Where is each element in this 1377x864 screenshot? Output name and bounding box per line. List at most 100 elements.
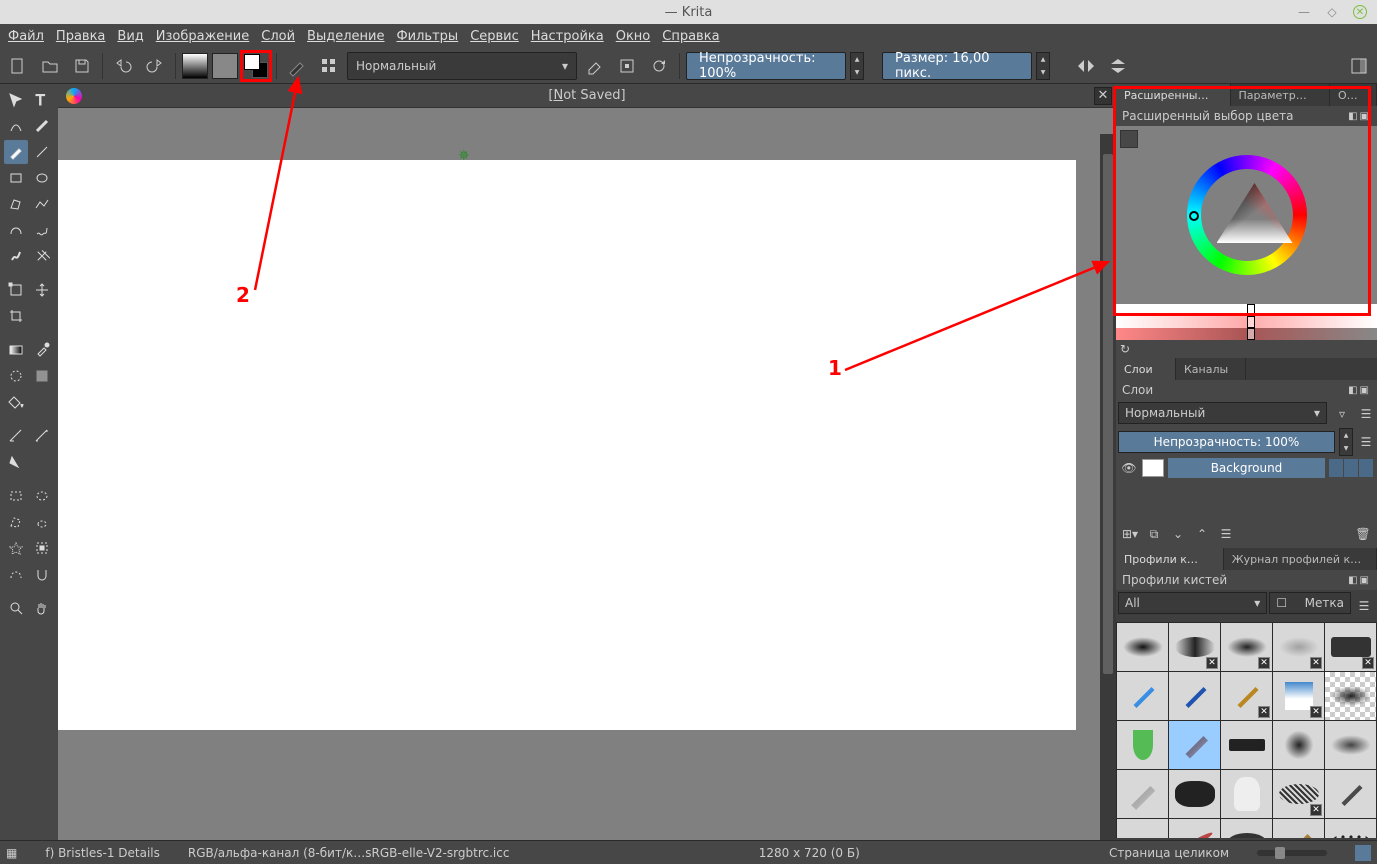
close-window-icon[interactable]: ✕ [1353,5,1367,19]
tool-bezier[interactable] [4,218,28,242]
tool-text[interactable]: T [30,88,54,112]
tool-crop[interactable] [4,304,28,328]
brush-preset[interactable] [1325,819,1376,838]
brush-preset[interactable]: ✕ [1221,672,1272,720]
tool-move-layer[interactable] [30,278,54,302]
brush-preset[interactable]: ✕ [1325,623,1376,671]
eraser-toggle[interactable] [581,52,609,80]
opacity-display[interactable]: Непрозрачность: 100% [686,52,846,80]
status-selection-icon[interactable]: ▦ [6,846,17,860]
brush-filter-all-select[interactable]: All▾ [1118,592,1267,614]
canvas-viewport[interactable]: ✵ [58,108,1116,846]
canvas[interactable] [58,160,1076,730]
layer-opacity-display[interactable]: Непрозрачность: 100% [1118,431,1335,453]
size-display[interactable]: Размер: 16,00 пикс. [882,52,1032,80]
tab-layers[interactable]: Слои [1116,358,1176,380]
layer-down-button[interactable]: ⌄ [1168,524,1188,544]
tool-polyline[interactable] [30,192,54,216]
tool-transform[interactable] [4,278,28,302]
delete-layer-button[interactable]: 🗑 [1353,524,1373,544]
brush-preset[interactable] [1117,770,1168,818]
tool-rect[interactable] [4,166,28,190]
tool-select-rect[interactable] [4,484,28,508]
save-doc-button[interactable] [68,52,96,80]
menu-filters[interactable]: Фильтры [396,29,458,44]
tool-pattern-fill[interactable] [4,364,28,388]
minimize-icon[interactable]: — [1297,5,1311,19]
tool-select-contiguous[interactable] [4,536,28,560]
brush-preset[interactable] [1325,721,1376,769]
tool-select-ellipse[interactable] [30,484,54,508]
menu-view[interactable]: Вид [117,29,143,44]
zoom-slider[interactable] [1257,850,1327,856]
brush-preset[interactable]: ✕ [1117,819,1168,838]
reload-brush-button[interactable] [645,52,673,80]
alpha-lock-button[interactable] [613,52,641,80]
tool-freehand-path[interactable] [30,218,54,242]
brush-preset[interactable] [1221,770,1272,818]
layer-opacity-spinner[interactable]: ▲▼ [1339,428,1353,456]
tool-multibrush[interactable] [30,244,54,268]
tool-polygon[interactable] [4,192,28,216]
tab-channels[interactable]: Каналы [1176,358,1246,380]
tool-pan[interactable] [30,596,54,620]
brush-preset[interactable]: ✕ [1273,770,1324,818]
layer-visibility-icon[interactable]: 👁 [1120,459,1138,477]
tool-gradient[interactable] [4,338,28,362]
tool-dyna[interactable] [4,244,28,268]
brush-preset[interactable] [1117,672,1168,720]
tool-smart-fill[interactable] [30,364,54,388]
brush-preset-button[interactable] [283,52,311,80]
fg-color-swatch[interactable] [244,54,260,70]
menu-select[interactable]: Выделение [307,29,384,44]
layer-blend-select[interactable]: Нормальный▾ [1118,402,1327,424]
tool-calligraphy[interactable] [30,114,54,138]
tool-reference[interactable] [4,450,28,474]
brush-preset[interactable] [1117,623,1168,671]
brush-preset[interactable] [1273,721,1324,769]
refresh-icon[interactable]: ↻ [1120,342,1130,356]
menu-tools[interactable]: Сервис [470,29,519,44]
tool-edit-shape[interactable] [4,114,28,138]
brush-preset[interactable] [1169,770,1220,818]
workspace-button[interactable] [1345,52,1373,80]
zoom-map-button[interactable] [1355,845,1371,861]
menu-file[interactable]: Файл [8,29,44,44]
tool-line[interactable] [30,140,54,164]
brush-preset[interactable]: ✕ [1273,672,1324,720]
maximize-icon[interactable]: ◇ [1325,5,1339,19]
menu-layer[interactable]: Слой [261,29,295,44]
menu-edit[interactable]: Правка [56,29,105,44]
add-layer-button[interactable]: ⊞▾ [1120,524,1140,544]
tool-fill[interactable] [4,390,28,414]
brush-preset[interactable] [1325,770,1376,818]
tool-ellipse[interactable] [30,166,54,190]
tool-select-poly[interactable] [4,510,28,534]
tool-brush[interactable] [4,140,28,164]
opacity-spinner[interactable]: ▲▼ [850,52,864,80]
tool-measure[interactable] [30,424,54,448]
brush-preset[interactable]: ✕ [1273,623,1324,671]
brush-preset[interactable] [1273,819,1324,838]
gradient-swatch[interactable] [182,53,208,79]
blend-mode-select[interactable]: Нормальный ▾ [347,52,577,80]
brush-preset[interactable]: ✕ [1221,819,1272,838]
brush-preset[interactable] [1325,672,1376,720]
tab-brush-presets[interactable]: Профили к… [1116,548,1224,570]
layer-filter-button[interactable]: ▿ [1331,400,1353,428]
menu-window[interactable]: Окно [616,29,651,44]
layers-panel-menu-icon[interactable]: ◧▣ [1348,385,1371,396]
brush-preset[interactable] [1169,672,1220,720]
menu-settings[interactable]: Настройка [531,29,604,44]
tool-move[interactable] [4,88,28,112]
brush-preset[interactable] [1117,721,1168,769]
layer-up-button[interactable]: ⌃ [1192,524,1212,544]
brush-filter-tag-select[interactable]: ☐ Метка [1269,592,1351,614]
layer-opts-button[interactable]: ☰ [1355,428,1377,456]
mirror-v-button[interactable] [1104,52,1132,80]
brush-preset[interactable]: ✕ [1169,623,1220,671]
layer-row[interactable]: 👁 Background [1116,456,1377,480]
open-doc-button[interactable] [36,52,64,80]
brush-view-mode-button[interactable]: ☰ [1353,592,1375,620]
brush-editor-button[interactable] [315,52,343,80]
